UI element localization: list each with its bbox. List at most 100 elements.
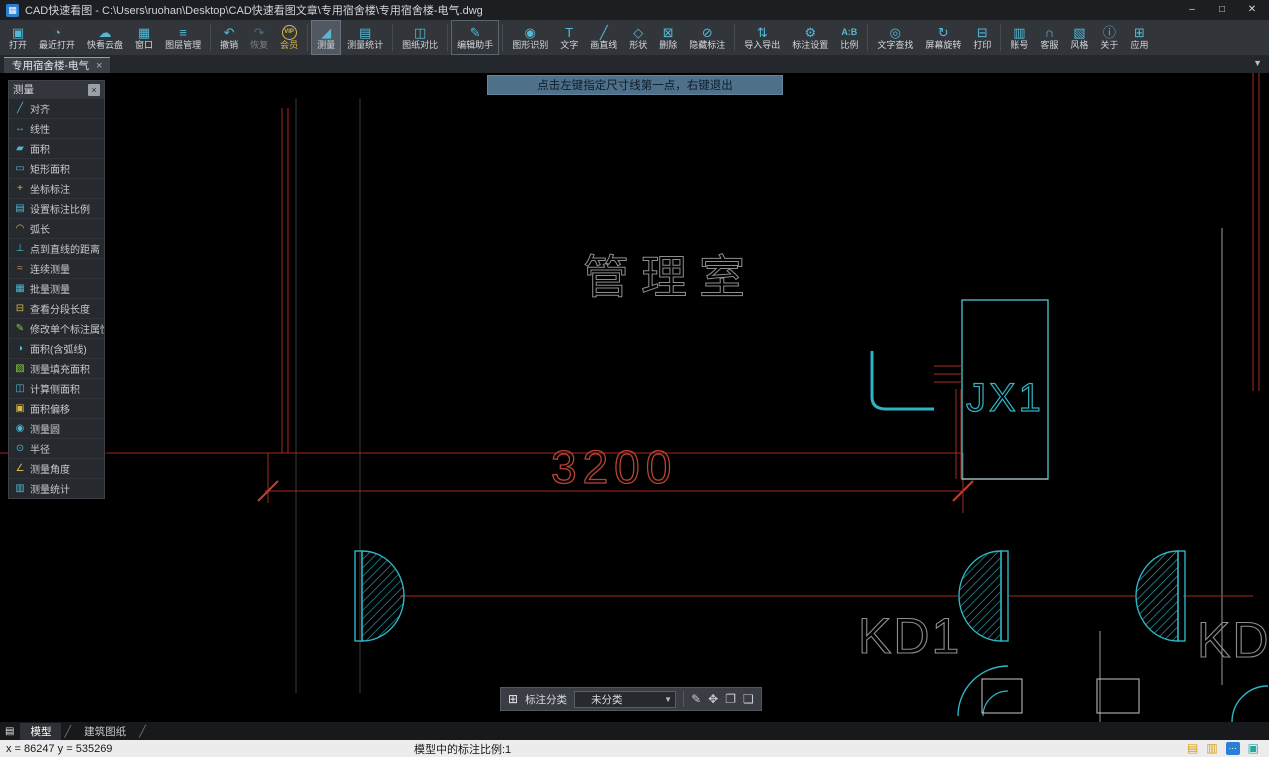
palette-item-continuous-measure[interactable]: ≈ 连续测量 — [9, 258, 104, 278]
sheet-tab-architecture[interactable]: 建筑图纸 — [74, 723, 136, 740]
toolbar-button-drawing-compare[interactable]: ◫ 图纸对比 — [396, 20, 444, 55]
annotation-category-bar: ⊞ 标注分类 未分类 ▼ ✎ ✥ ❐ ❏ — [500, 687, 762, 711]
set-scale-icon: ▤ — [15, 203, 25, 214]
image-icon[interactable]: ▥ — [1206, 742, 1217, 755]
palette-item-rect-area[interactable]: ▭ 矩形面积 — [9, 158, 104, 178]
palette-item-align[interactable]: ╱ 对齐 — [9, 98, 104, 118]
minimize-button[interactable]: – — [1177, 1, 1207, 19]
copy-category-icon[interactable]: ❐ — [725, 692, 736, 706]
info-icon: ⓘ — [1102, 24, 1116, 40]
toolbar-separator — [734, 24, 736, 51]
category-dropdown[interactable]: 未分类 ▼ — [574, 690, 677, 708]
measure-circle-icon: ◉ — [15, 423, 25, 434]
paste-category-icon[interactable]: ❏ — [743, 692, 754, 706]
palette-item-segment-length[interactable]: ⊟ 查看分段长度 — [9, 298, 104, 318]
palette-item-linear[interactable]: ↔ 线性 — [9, 118, 104, 138]
toolbar-button-vip[interactable]: VIP 会员 — [274, 20, 304, 55]
toolbar-button-delete[interactable]: ⊠ 删除 — [653, 20, 683, 55]
window-controls: – □ ✕ — [1177, 1, 1267, 19]
sheet-tab-divider: ╱ — [139, 725, 146, 738]
palette-item-measure-stats[interactable]: ▥ 测量统计 — [9, 478, 104, 498]
palette-item-area-with-arc[interactable]: ◑ 面积(含弧线) — [9, 338, 104, 358]
palette-item-measure-angle[interactable]: ∠ 测量角度 — [9, 458, 104, 478]
area-icon: ▰ — [16, 143, 24, 154]
toolbar-button-style[interactable]: ▧ 风格 — [1064, 20, 1094, 55]
palette-close-button[interactable]: × — [88, 83, 100, 96]
toolbar-button-about[interactable]: ⓘ 关于 — [1094, 20, 1124, 55]
toolbar-button-edit-assistant[interactable]: ✎ 编辑助手 — [451, 20, 500, 55]
toolbar-button-annotation-settings[interactable]: ⚙ 标注设置 — [786, 20, 834, 55]
toolbar-button-import-export[interactable]: ⇅ 导入导出 — [738, 20, 786, 55]
toolbar-button-scale[interactable]: A:B 比例 — [834, 20, 864, 55]
cursor-coordinates: x = 86247 y = 535269 — [6, 742, 113, 755]
toolbar-separator — [447, 24, 449, 51]
headset-icon: ∩ — [1044, 24, 1055, 40]
toolbar-button-layer-manager[interactable]: ≡ 图层管理 — [159, 20, 207, 55]
palette-item-set-annotation-scale[interactable]: ▤ 设置标注比例 — [9, 198, 104, 218]
style-icon: ▧ — [1073, 24, 1086, 40]
palette-item-side-area[interactable]: ◫ 计算侧面积 — [9, 378, 104, 398]
sheet-tab-divider: ╱ — [64, 725, 72, 738]
palette-item-point-to-line-distance[interactable]: ⊥ 点到直线的距离 — [9, 238, 104, 258]
palette-item-modify-annotation-attr[interactable]: ✎ 修改单个标注属性 — [9, 318, 104, 338]
toolbar-button-print[interactable]: ⊟ 打印 — [967, 20, 997, 55]
coordinate-icon: + — [17, 183, 23, 194]
annbar-separator — [683, 691, 685, 707]
maximize-button[interactable]: □ — [1207, 1, 1237, 19]
room-label: 管理室 — [583, 251, 757, 303]
sheet-tab-model[interactable]: 模型 — [20, 722, 62, 740]
palette-item-fill-area[interactable]: ▨ 测量填充面积 — [9, 358, 104, 378]
arc-length-icon: ◠ — [15, 223, 25, 234]
palette-item-arc-length[interactable]: ◠ 弧长 — [9, 218, 104, 238]
measure-angle-icon: ∠ — [15, 463, 25, 474]
document-tabbar: 专用宿舍楼-电气 × ▼ — [0, 56, 1269, 73]
edit-assistant-icon: ✎ — [469, 24, 481, 40]
batch-measure-icon: ▦ — [15, 283, 25, 294]
drawing-canvas[interactable]: 3200 管理室 JX1 KD1 KD 点击左键指定尺寸线第一点，右键退出 测量… — [0, 73, 1269, 722]
document-tab-active[interactable]: 专用宿舍楼-电气 × — [4, 57, 111, 73]
toolbar-button-shape-recognition[interactable]: ◉ 图形识别 — [506, 20, 554, 55]
toolbar-button-measure[interactable]: ◢ 测量 — [311, 20, 342, 55]
toolbar-button-text[interactable]: T 文字 — [554, 20, 584, 55]
close-button[interactable]: ✕ — [1237, 1, 1267, 19]
toolbar-button-recent-open[interactable]: ◔ 最近打开 — [33, 20, 81, 55]
tab-close-icon[interactable]: × — [96, 60, 102, 72]
toolbar-button-draw-line[interactable]: ╱ 画直线 — [584, 20, 623, 55]
refresh-icon[interactable]: ▣ — [1248, 742, 1259, 755]
folder-icon[interactable]: ▤ — [1187, 742, 1198, 755]
toolbar-button-screen-rotate[interactable]: ↻ 屏幕旋转 — [919, 20, 967, 55]
category-selected: 未分类 — [591, 693, 623, 706]
toolbar-button-account[interactable]: ▥ 账号 — [1004, 20, 1034, 55]
layers-icon: ≡ — [179, 24, 187, 40]
palette-item-batch-measure[interactable]: ▦ 批量测量 — [9, 278, 104, 298]
toolbar-button-cloud-drive[interactable]: ☁ 快看云盘 — [81, 20, 129, 55]
toolbar-button-text-search[interactable]: ◎ 文字查找 — [871, 20, 919, 55]
toolbar-button-support[interactable]: ∩ 客服 — [1034, 20, 1064, 55]
app-logo-icon: ▦ — [6, 3, 19, 17]
toolbar-button-window[interactable]: ▦ 窗口 — [129, 20, 159, 55]
category-color-swatch — [578, 695, 587, 704]
toolbar-button-hide-annotations[interactable]: ⊘ 隐藏标注 — [683, 20, 731, 55]
toolbar-button-shapes[interactable]: ◇ 形状 — [623, 20, 653, 55]
sheets-icon[interactable]: ▤ — [5, 726, 14, 737]
palette-item-radius[interactable]: ⊙ 半径 — [9, 438, 104, 458]
text-icon: T — [565, 24, 574, 40]
account-icon: ▥ — [1013, 24, 1026, 40]
chat-icon[interactable]: ⋯ — [1225, 742, 1240, 755]
palette-item-area[interactable]: ▰ 面积 — [9, 138, 104, 158]
palette-item-area-offset[interactable]: ▣ 面积偏移 — [9, 398, 104, 418]
toolbar-button-measure-stats[interactable]: ▤ 测量统计 — [341, 20, 389, 55]
shape-recognition-icon: ◉ — [524, 24, 536, 40]
toolbar-button-apps[interactable]: ⊞ 应用 — [1124, 20, 1154, 55]
annotation-settings-icon: ⚙ — [804, 24, 817, 40]
kd1-label: KD1 — [858, 608, 961, 664]
segment-length-icon: ⊟ — [15, 303, 25, 314]
rename-category-icon[interactable]: ✎ — [691, 692, 701, 706]
move-category-icon[interactable]: ✥ — [708, 692, 718, 706]
tabbar-chevron-icon[interactable]: ▼ — [1253, 58, 1262, 68]
palette-item-measure-circle[interactable]: ◉ 测量圆 — [9, 418, 104, 438]
toolbar-button-undo[interactable]: ↶ 撤销 — [214, 20, 244, 55]
palette-header[interactable]: 测量 × — [9, 81, 104, 98]
toolbar-button-open[interactable]: ▣ 打开 — [3, 20, 33, 55]
palette-item-coordinate-annotation[interactable]: + 坐标标注 — [9, 178, 104, 198]
